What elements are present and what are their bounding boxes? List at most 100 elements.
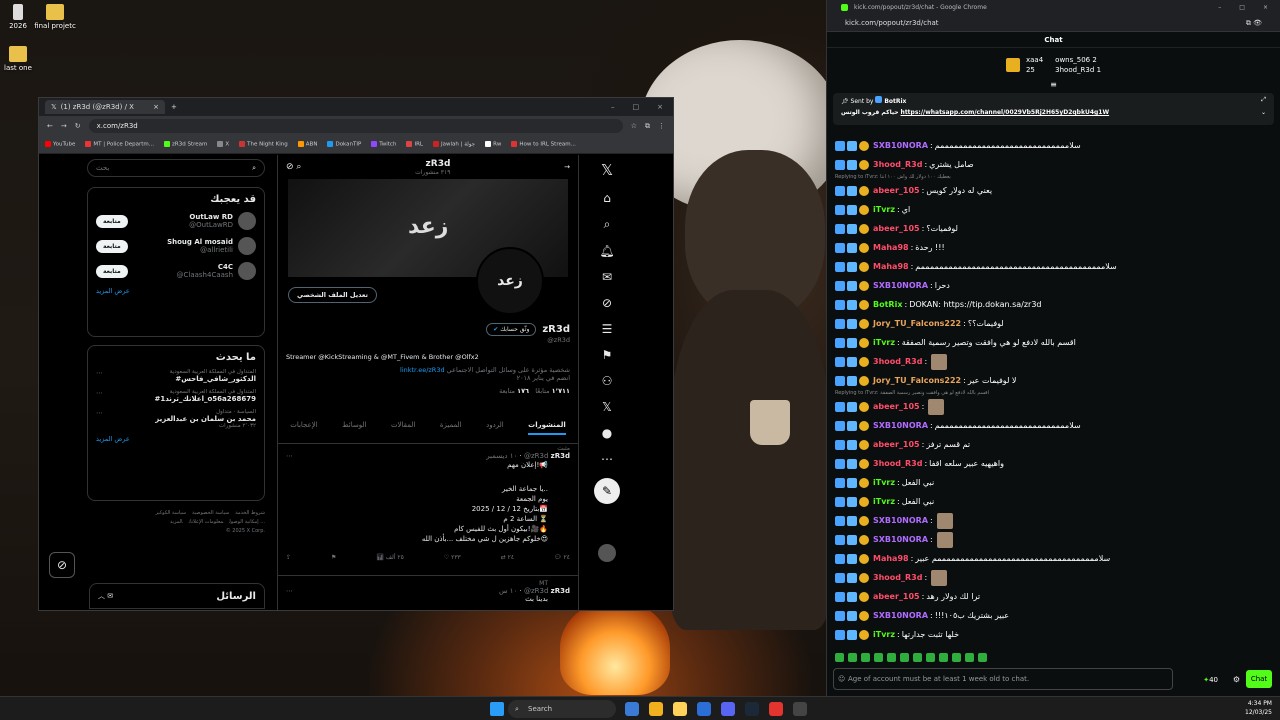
points-counter[interactable]: ✦40 [1203,676,1218,684]
profile-avatar[interactable]: زعد [476,247,544,315]
share-icon[interactable]: ⇪ [286,554,291,561]
bookmark-item[interactable]: Twitch [371,141,396,148]
close-window-icon[interactable]: × [657,103,663,111]
chat-username[interactable]: iTvrz [873,625,895,644]
home-icon[interactable]: ⌂ [603,191,611,205]
chat-username[interactable]: abeer_105 [873,181,920,200]
close-window-icon[interactable]: × [1263,4,1268,11]
show-more-link[interactable]: عرض المزيد [96,287,256,295]
bookmark-item[interactable]: IRL [406,141,423,148]
bookmark-item[interactable]: The Night King [239,141,288,148]
chat-message[interactable]: Maha98: سلاممممممممممممممممممممممممممممم… [835,549,1272,568]
minimize-icon[interactable]: – [611,103,615,111]
chat-message[interactable]: abeer_105: ترا لك دولار رهد [835,587,1272,606]
maximize-icon[interactable]: □ [1239,4,1245,11]
chat-message[interactable]: BotRix: DOKAN: https://tip.dokan.sa/zr3d [835,295,1272,314]
footer-link[interactable]: سياسة الخصوصية [192,510,229,516]
second-post[interactable]: MT ⋯ ١٠ س · @zR3d zR3d بدينا بث [278,575,578,607]
discord-icon[interactable] [721,702,735,716]
chat-username[interactable]: abeer_105 [873,435,920,454]
search-input[interactable]: بحث ⌕ [87,159,265,177]
explore-icon[interactable]: ⌕ [604,217,611,232]
chat-message[interactable]: iTvrz: اقسم بالله لادفع لو هي وافقت وتصي… [835,333,1272,352]
start-icon[interactable] [490,702,504,716]
chat-username[interactable]: iTvrz [873,492,895,511]
close-tab-icon[interactable]: × [153,103,159,111]
desktop-icon-last-one[interactable]: last one [0,46,43,72]
footer-link[interactable]: شروط الخدمة [235,510,265,516]
expand-icon[interactable]: ︿ ✉ [98,591,113,601]
views-count[interactable]: 📊︎ ٢٥ ألف [376,554,404,561]
bookmark-item[interactable]: ABN [297,141,317,148]
profile-link[interactable]: linktr.ee/zR3d [400,366,445,374]
profile-tab[interactable]: الردود [486,421,504,435]
chat-username[interactable]: Maha98 [873,257,909,276]
profile-tab[interactable]: الإعجابات [290,421,317,435]
more-icon[interactable]: ⋯ [601,452,613,466]
bookmark-icon[interactable]: ⚑ [331,554,336,561]
profile-tab[interactable]: المقالات [391,421,415,435]
chat-message[interactable]: Jory_TU_Falcons222: لا لوفيمات عير [835,371,1272,390]
chat-username[interactable]: 3hood_R3d [873,568,922,587]
trend-item[interactable]: ⋯ السياسة · متداول محمد بن سلمان بن عبدالع… [96,409,256,429]
collapse-icon[interactable]: ≡ [827,81,1280,89]
replies-count[interactable]: 💬︎ ٢٤ [554,554,570,561]
trend-item[interactable]: ⋯ المتداول في المملكة العربية السعودية #اع… [96,389,256,403]
store-icon[interactable] [697,702,711,716]
chat-username[interactable]: 3hood_R3d [873,454,922,473]
footer-link[interactable]: معلومات الإعلانات [189,519,224,525]
chat-message[interactable]: SXB10NORA: دحرا [835,276,1272,295]
profile-tab[interactable]: المميزة [440,421,462,435]
chat-message[interactable]: SXB10NORA: [835,530,1272,549]
followers-count[interactable]: ١٬٧١١ متابعًا [535,387,570,395]
browser-tab-x[interactable]: 𝕏 (1) zR3d (@zR3d) / X × [45,100,165,114]
bookmark-item[interactable]: Jawlah | جولة [432,141,475,148]
verify-account-button[interactable]: ✔ وثّق حسابك [486,323,537,336]
chat-username[interactable]: Maha98 [873,549,909,568]
chat-message[interactable]: abeer_105: يعني له دولار كويس [835,181,1272,200]
bookmark-item[interactable]: How to IRL Stream... [511,141,576,148]
app-icon[interactable] [769,702,783,716]
chat-username[interactable]: Jory_TU_Falcons222 [873,371,961,390]
bookmark-item[interactable]: zR3d Stream [164,141,207,148]
chat-username[interactable]: SXB10NORA [873,606,928,625]
terminal-icon[interactable] [793,702,807,716]
grok-icon[interactable]: ⊘ ⌕ [286,162,301,172]
chat-message[interactable]: SXB10NORA: سلامممممممممممممممممممممممممم… [835,416,1272,435]
desktop-icon-final-projetc[interactable]: final projetc [30,4,80,30]
trend-item[interactable]: ⋯ المتداول في المملكة العربية السعودية #ال… [96,369,256,383]
chat-message[interactable]: abeer_105: تم قسم ترفز [835,435,1272,454]
reload-icon[interactable]: ↻ [75,122,81,130]
minimize-icon[interactable]: – [1218,4,1221,11]
communities-icon[interactable]: ⚇ [602,374,613,388]
profile-tab[interactable]: المنشورات [528,421,566,435]
chat-username[interactable]: abeer_105 [873,219,920,238]
show-more-trends-link[interactable]: عرض المزيد [96,435,256,443]
profile-tab[interactable]: الوسائط [342,421,366,435]
chat-message[interactable]: SXB10NORA: [835,511,1272,530]
messages-drawer[interactable]: ︿ ✉ الرسائل [89,583,265,609]
reposts-count[interactable]: ⇄ ٢٤ [501,554,514,561]
chat-message[interactable]: Jory_TU_Falcons222: لوفيمات؟؟ [835,314,1272,333]
steam-icon[interactable] [745,702,759,716]
emoji-icon[interactable]: ☺ [838,675,845,683]
chat-message[interactable]: Maha98: سلاممممممممممممممممممممممممممممم… [835,257,1272,276]
chat-message[interactable]: 3hood_R3d: [835,568,1272,587]
chat-username[interactable]: BotRix [873,295,902,314]
forward-icon[interactable]: → [61,122,67,130]
chat-username[interactable]: 3hood_R3d [873,155,922,174]
system-clock[interactable]: 4:34 PM 12/03/25 [1245,699,1272,717]
maximize-icon[interactable]: □ [633,103,640,111]
bookmark-star-icon[interactable]: ☆ [631,122,637,130]
follow-button[interactable]: متابعة [96,239,128,253]
chat-username[interactable]: iTvrz [873,473,895,492]
unpin-icon[interactable]: ⤢ [1261,96,1266,104]
whatsapp-link[interactable]: https://whatsapp.com/channel/0029Vb5Rj2H… [901,109,1110,116]
chat-username[interactable]: Jory_TU_Falcons222 [873,314,961,333]
x-logo-icon[interactable]: 𝕏 [601,161,613,179]
chat-username[interactable]: SXB10NORA [873,530,928,549]
follow-button[interactable]: متابعة [96,214,128,228]
bookmark-item[interactable]: MT | Police Departm... [85,141,154,148]
pinned-message[interactable]: 📌︎ Sent by BotRix ⤢ حياكم قروب الوتس http… [833,93,1274,125]
send-chat-button[interactable]: Chat [1246,670,1272,688]
